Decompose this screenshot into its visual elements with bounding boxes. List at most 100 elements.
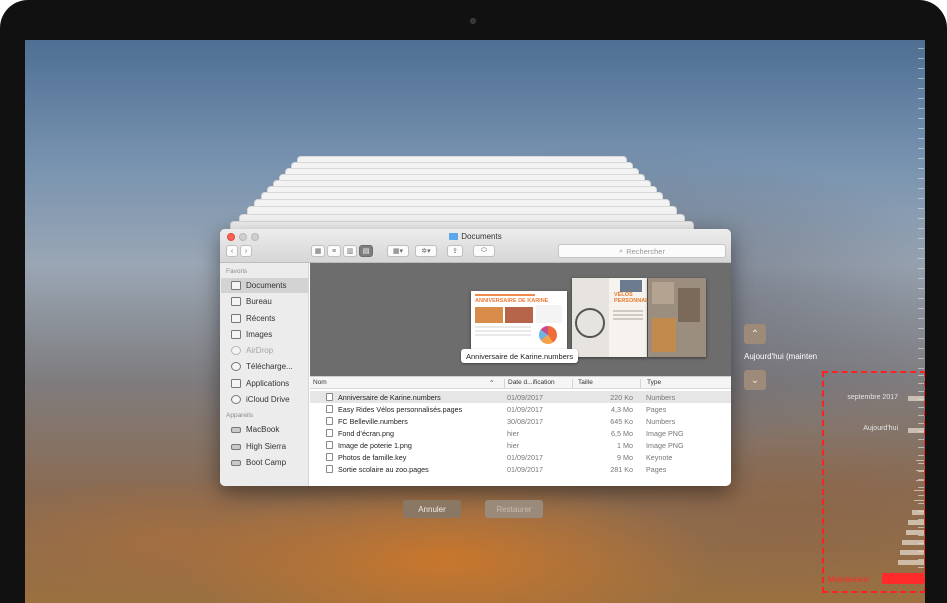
column-divider[interactable] [572, 379, 573, 388]
timeline-tick[interactable] [918, 88, 924, 89]
timeline-tick[interactable] [918, 48, 924, 49]
timeline-tick[interactable] [918, 148, 924, 149]
gear-icon: ✲▾ [421, 248, 431, 255]
timeline-tick[interactable] [918, 288, 924, 289]
sidebar-item-documents[interactable]: Documents [221, 278, 308, 293]
title-bar: Documents ‹ › ▦ ≡ ▥ ▤ ▦▾ ✲▾ ⇪ ⬭ ⌕ Recher… [220, 229, 731, 263]
camera-icon [470, 18, 476, 24]
file-icon [326, 405, 333, 413]
cloud-icon [231, 395, 241, 404]
previous-backup-button[interactable]: ⌃ [744, 324, 766, 344]
timeline-tick[interactable] [918, 228, 924, 229]
timeline-tick[interactable] [918, 78, 924, 79]
sidebar-item-recents[interactable]: Récents [221, 311, 308, 326]
current-backup-label: Aujourd'hui (mainten [744, 352, 818, 361]
doc-photo [620, 280, 642, 292]
gallery-preview: ANNIVERSAIRE DE KARINE VÉLOS PERSONNALIS… [310, 263, 731, 376]
action-menu-button[interactable]: ✲▾ [415, 245, 437, 257]
window-title: Documents [220, 232, 731, 241]
table-row[interactable]: Sortie scolaire au zoo.pages 01/09/2017 … [310, 463, 731, 475]
column-header-date[interactable]: Date d...ification [508, 379, 555, 386]
table-row[interactable]: Image de poterie 1.png hier 1 Mo Image P… [310, 439, 731, 451]
timeline-tick[interactable] [918, 368, 924, 369]
view-gallery-button[interactable]: ▤ [359, 245, 373, 257]
sidebar-item-images[interactable]: Images [221, 327, 308, 342]
timeline-tick[interactable] [918, 238, 924, 239]
timeline-tick[interactable] [918, 178, 924, 179]
share-button[interactable]: ⇪ [447, 245, 463, 257]
timeline-tick[interactable] [918, 348, 924, 349]
arrange-icon: ▦▾ [392, 248, 404, 255]
timeline-tick[interactable] [918, 68, 924, 69]
column-header-type[interactable]: Type [647, 379, 661, 386]
view-columns-button[interactable]: ▥ [343, 245, 357, 257]
timeline-tick[interactable] [918, 198, 924, 199]
column-divider[interactable] [640, 379, 641, 388]
column-divider[interactable] [504, 379, 505, 388]
back-button[interactable]: ‹ [226, 245, 238, 257]
cancel-button[interactable]: Annuler [403, 500, 461, 518]
forward-button[interactable]: › [240, 245, 252, 257]
sidebar-item-airdrop[interactable]: AirDrop [221, 343, 308, 358]
timeline-tick[interactable] [918, 58, 924, 59]
next-backup-button[interactable]: ⌄ [744, 370, 766, 390]
table-row[interactable]: Easy Rides Vélos personnalisés.pages 01/… [310, 403, 731, 415]
arrange-menu-button[interactable]: ▦▾ [387, 245, 409, 257]
sidebar: Favoris Documents Bureau Récents Images … [220, 263, 309, 486]
table-row[interactable]: Fond d’écran.png hier 6,5 Mo Image PNG [310, 427, 731, 439]
grid-icon: ▦ [314, 248, 322, 255]
sidebar-item-icloud[interactable]: iCloud Drive [221, 392, 308, 407]
sidebar-item-applications[interactable]: Applications [221, 376, 308, 391]
timeline-tick[interactable] [918, 308, 924, 309]
finder-window: Documents ‹ › ▦ ≡ ▥ ▤ ▦▾ ✲▾ ⇪ ⬭ ⌕ Recher… [220, 229, 731, 486]
timeline-tick[interactable] [918, 118, 924, 119]
timeline-tick[interactable] [918, 158, 924, 159]
tags-button[interactable]: ⬭ [473, 245, 495, 257]
timeline-tick[interactable] [918, 278, 924, 279]
doc-header-bar [475, 294, 535, 296]
timeline-tick[interactable] [918, 258, 924, 259]
timeline-tick[interactable] [918, 358, 924, 359]
timeline-tick[interactable] [918, 268, 924, 269]
sidebar-section-devices: Appareils [226, 412, 254, 419]
table-row[interactable]: Anniversaire de Karine.numbers 01/09/201… [310, 391, 731, 403]
sidebar-item-downloads[interactable]: Télécharge... [221, 359, 308, 374]
preview-document-photos[interactable] [648, 278, 706, 357]
gallery-icon: ▤ [362, 248, 370, 255]
timeline-tick[interactable] [918, 138, 924, 139]
timeline-tick[interactable] [918, 208, 924, 209]
column-header-size[interactable]: Taille [578, 379, 593, 386]
share-icon: ⇪ [452, 248, 458, 255]
search-input[interactable]: ⌕ Rechercher [558, 244, 726, 258]
sidebar-item-high-sierra[interactable]: High Sierra [221, 439, 308, 454]
timeline-tick[interactable] [918, 168, 924, 169]
timeline-tick[interactable] [918, 128, 924, 129]
timeline-now-marker[interactable] [882, 573, 924, 584]
sidebar-item-macbook[interactable]: MacBook [221, 422, 308, 437]
timeline-tick[interactable] [918, 328, 924, 329]
file-icon [326, 465, 333, 473]
view-list-button[interactable]: ≡ [327, 245, 341, 257]
timeline-tick[interactable] [918, 108, 924, 109]
preview-document-numbers[interactable]: ANNIVERSAIRE DE KARINE [471, 291, 567, 349]
column-header-name[interactable]: Nom [313, 379, 327, 386]
file-icon [326, 453, 333, 461]
chevron-up-icon: ⌃ [750, 328, 760, 340]
timeline-tick[interactable] [918, 218, 924, 219]
restore-button[interactable]: Restaurer [485, 500, 543, 518]
doc-row [475, 330, 531, 332]
table-row[interactable]: FC Belleville.numbers 30/08/2017 645 Ko … [310, 415, 731, 427]
timeline-tick[interactable] [918, 188, 924, 189]
doc-heading: ANNIVERSAIRE DE KARINE [475, 298, 549, 304]
sidebar-item-bureau[interactable]: Bureau [221, 294, 308, 309]
timeline-tick[interactable] [918, 298, 924, 299]
table-row[interactable]: Photos de famille.key 01/09/2017 9 Mo Ke… [310, 451, 731, 463]
timeline-tick[interactable] [918, 98, 924, 99]
sidebar-item-boot-camp[interactable]: Boot Camp [221, 455, 308, 470]
timeline-tick[interactable] [918, 318, 924, 319]
preview-document-pages[interactable]: VÉLOS PERSONNALISÉS [572, 278, 661, 357]
timeline-tick[interactable] [918, 248, 924, 249]
timeline-label-now[interactable]: Maintenant [828, 575, 868, 584]
view-icons-button[interactable]: ▦ [311, 245, 325, 257]
timeline-tick[interactable] [918, 338, 924, 339]
